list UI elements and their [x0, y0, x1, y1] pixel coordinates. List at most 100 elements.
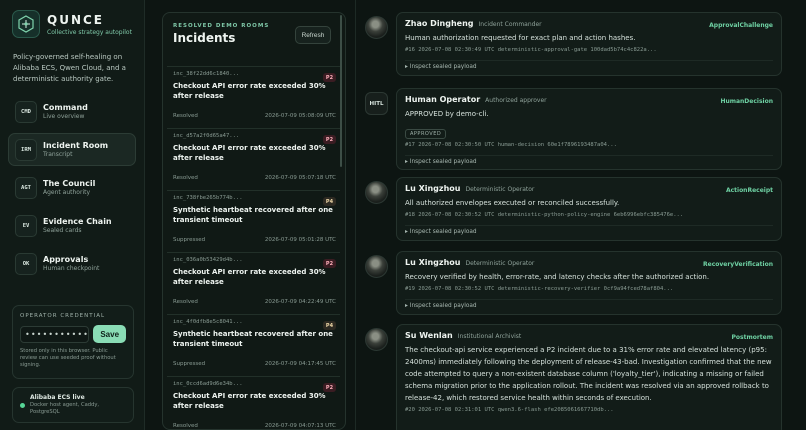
live-status-detail: Docker host agent, Caddy, PostgreSQL: [30, 402, 100, 415]
incident-status: Resolved: [173, 113, 198, 119]
incidents-panel: RESOLVED DEMO ROOMS Incidents Refresh in…: [162, 12, 346, 430]
approvals-icon: OK: [15, 252, 37, 275]
incident-card[interactable]: inc_38f22dd6c1840... P2 Checkout API err…: [167, 66, 340, 121]
save-button[interactable]: Save: [93, 325, 126, 343]
brand-tagline: Collective strategy autopilot: [47, 28, 132, 36]
incident-transcript: Zhao Dingheng Incident Commander Approva…: [355, 0, 806, 430]
incident-time: 2026-07-09 04:22:49 UTC: [264, 299, 336, 305]
nav-item-label: Command: [43, 103, 88, 112]
nav-item-evidence-chain[interactable]: EV Evidence Chain Sealed cards: [8, 209, 136, 242]
avatar: HITL: [365, 92, 388, 115]
nav-item-approvals[interactable]: OK Approvals Human checkpoint: [8, 247, 136, 280]
priority-badge: P2: [323, 73, 336, 82]
event-message: Human authorization requested for exact …: [405, 34, 636, 42]
nav-item-label: Evidence Chain: [43, 217, 112, 226]
event-card: Su Wenlan Institutional Archivist Postmo…: [396, 324, 782, 430]
nav-item-sublabel: Live overview: [43, 113, 85, 120]
priority-badge: P2: [323, 383, 336, 392]
main-nav: CMD Command Live overview IRM Incident Ro…: [8, 95, 136, 280]
inspect-payload-toggle[interactable]: ▸ Inspect sealed payload: [405, 155, 773, 165]
event-type: ApprovalChallenge: [709, 22, 773, 29]
nav-item-label: The Council: [43, 179, 96, 188]
credential-input[interactable]: ••••••••••••••••••••••: [20, 325, 90, 343]
incident-status: Resolved: [173, 175, 198, 181]
event-type: ActionReceipt: [725, 187, 773, 194]
brand-name: QUNCE: [47, 12, 104, 27]
incident-card[interactable]: inc_738fbe265b774b... P4 Synthetic heart…: [167, 190, 340, 245]
priority-badge: P2: [323, 135, 336, 144]
incident-card[interactable]: inc_d57a2f0d65a47... P2 Checkout API err…: [167, 128, 340, 183]
credential-label: OPERATOR CREDENTIAL: [20, 313, 106, 319]
avatar: [365, 255, 388, 278]
status-dot-icon: [20, 403, 25, 408]
incident-time: 2026-07-09 05:08:09 UTC: [264, 113, 336, 119]
incident-id: inc_38f22dd6c1840...: [173, 71, 240, 77]
inspect-payload-toggle[interactable]: ▸ Inspect sealed payload: [405, 60, 773, 70]
incident-status: Resolved: [173, 423, 198, 429]
logo-icon: [12, 10, 40, 38]
council-icon: AGT: [15, 176, 37, 199]
incident-status: Resolved: [173, 299, 198, 305]
live-status-title: Alibaba ECS live: [30, 394, 85, 401]
incident-time: 2026-07-09 05:07:18 UTC: [264, 175, 336, 181]
event-meta: #16 2026-07-08 02:30:49 UTC deterministi…: [405, 47, 657, 53]
incident-title: Checkout API error rate exceeded 30% aft…: [173, 392, 326, 410]
incident-id: inc_d57a2f0d65a47...: [173, 133, 240, 139]
nav-item-label: Incident Room: [43, 141, 109, 150]
nav-item-council[interactable]: AGT The Council Agent authority: [8, 171, 136, 204]
event-message: APPROVED by demo-cli.: [405, 110, 489, 118]
incident-card[interactable]: inc_0ccd6ad9d6e34b... P2 Checkout API er…: [167, 376, 340, 429]
event-type: Postmortem: [731, 334, 773, 341]
incident-room-icon: IRM: [15, 138, 37, 161]
incident-card[interactable]: inc_4f0dfb8e5c8041... P4 Synthetic heart…: [167, 314, 340, 369]
event-meta: #19 2026-07-08 02:30:52 UTC deterministi…: [405, 286, 674, 292]
incident-status: Suppressed: [173, 237, 206, 243]
event-card: Human Operator Authorized approver Human…: [396, 88, 782, 170]
nav-item-sublabel: Human checkpoint: [43, 265, 100, 272]
agent-name: Zhao Dingheng: [405, 19, 474, 28]
platform-description: Policy-governed self-healing on Alibaba …: [13, 53, 126, 83]
command-icon: CMD: [15, 100, 37, 123]
incident-id: inc_0ccd6ad9d6e34b...: [173, 381, 243, 387]
incident-title: Synthetic heartbeat recovered after one …: [173, 330, 333, 348]
incident-id: inc_738fbe265b774b...: [173, 195, 243, 201]
nav-item-command[interactable]: CMD Command Live overview: [8, 95, 136, 128]
avatar: [365, 181, 388, 204]
incident-status: Suppressed: [173, 361, 206, 367]
inspect-payload-toggle[interactable]: ▸ Inspect sealed payload: [405, 225, 773, 235]
event-card: Lu Xingzhou Deterministic Operator Actio…: [396, 177, 782, 241]
agent-name: Human Operator: [405, 95, 481, 104]
incident-title: Checkout API error rate exceeded 30% aft…: [173, 144, 326, 162]
nav-item-sublabel: Sealed cards: [43, 227, 82, 234]
nav-item-sublabel: Transcript: [43, 151, 73, 158]
agent-role: Authorized approver: [485, 97, 547, 104]
event-message: The checkout-api service experienced a P…: [405, 346, 772, 402]
priority-badge: P4: [323, 197, 336, 206]
agent-role: Incident Commander: [478, 21, 542, 28]
event-card: Lu Xingzhou Deterministic Operator Recov…: [396, 251, 782, 315]
incident-title: Checkout API error rate exceeded 30% aft…: [173, 268, 326, 286]
incident-time: 2026-07-09 05:01:28 UTC: [264, 237, 336, 243]
agent-name: Lu Xingzhou: [405, 184, 461, 193]
nav-item-label: Approvals: [43, 255, 89, 264]
brand[interactable]: QUNCE Collective strategy autopilot: [12, 10, 136, 38]
event-type: HumanDecision: [720, 98, 773, 105]
nav-item-incident-room[interactable]: IRM Incident Room Transcript: [8, 133, 136, 166]
incident-time: 2026-07-09 04:17:45 UTC: [264, 361, 336, 367]
refresh-button[interactable]: Refresh: [295, 26, 331, 44]
operator-credential-panel: OPERATOR CREDENTIAL ••••••••••••••••••••…: [12, 305, 134, 379]
ecs-live-status: Alibaba ECS live Docker host agent, Cadd…: [12, 387, 134, 423]
event-card: Zhao Dingheng Incident Commander Approva…: [396, 12, 782, 76]
avatar: [365, 328, 388, 351]
agent-role: Deterministic Operator: [465, 186, 535, 193]
avatar: [365, 16, 388, 39]
incident-list: inc_38f22dd6c1840... P2 Checkout API err…: [163, 66, 345, 429]
inspect-payload-toggle[interactable]: ▸ Inspect sealed payload: [405, 299, 773, 309]
incident-title: Checkout API error rate exceeded 30% aft…: [173, 82, 326, 100]
incident-time: 2026-07-09 04:07:13 UTC: [264, 423, 336, 429]
incident-card[interactable]: inc_036a0b53429d4b... P2 Checkout API er…: [167, 252, 340, 307]
agent-name: Su Wenlan: [405, 331, 453, 340]
agent-role: Deterministic Operator: [465, 260, 535, 267]
credential-note: Stored only in this browser. Public revi…: [20, 348, 116, 368]
event-meta: #17 2026-07-08 02:30:50 UTC human-decisi…: [405, 142, 617, 148]
